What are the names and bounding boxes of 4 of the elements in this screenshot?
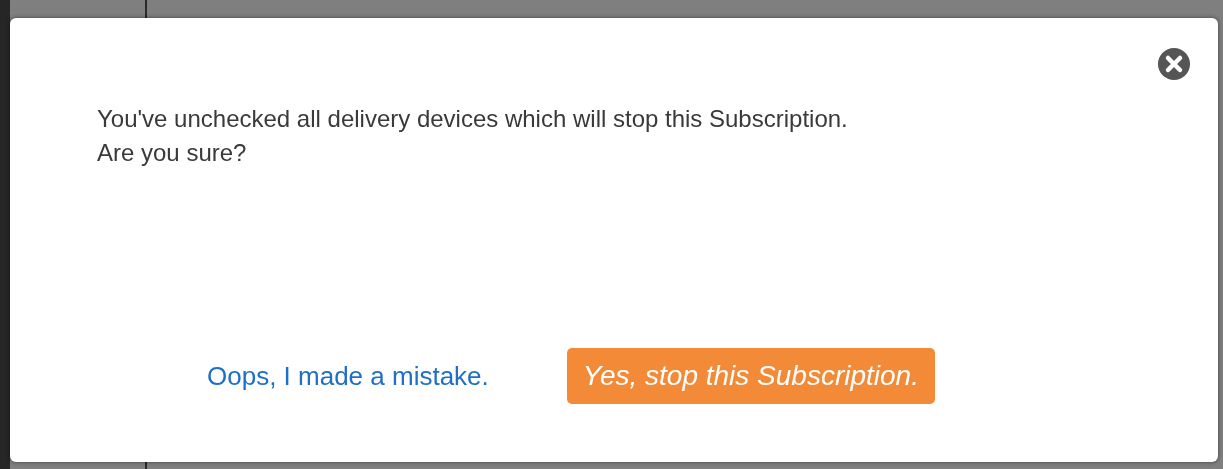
close-button[interactable] (1158, 48, 1190, 80)
close-icon (1158, 48, 1190, 80)
cancel-link[interactable]: Oops, I made a mistake. (207, 360, 489, 392)
dialog-message: You've unchecked all delivery devices which will stop this Subscription. Are you sure? (97, 104, 849, 168)
